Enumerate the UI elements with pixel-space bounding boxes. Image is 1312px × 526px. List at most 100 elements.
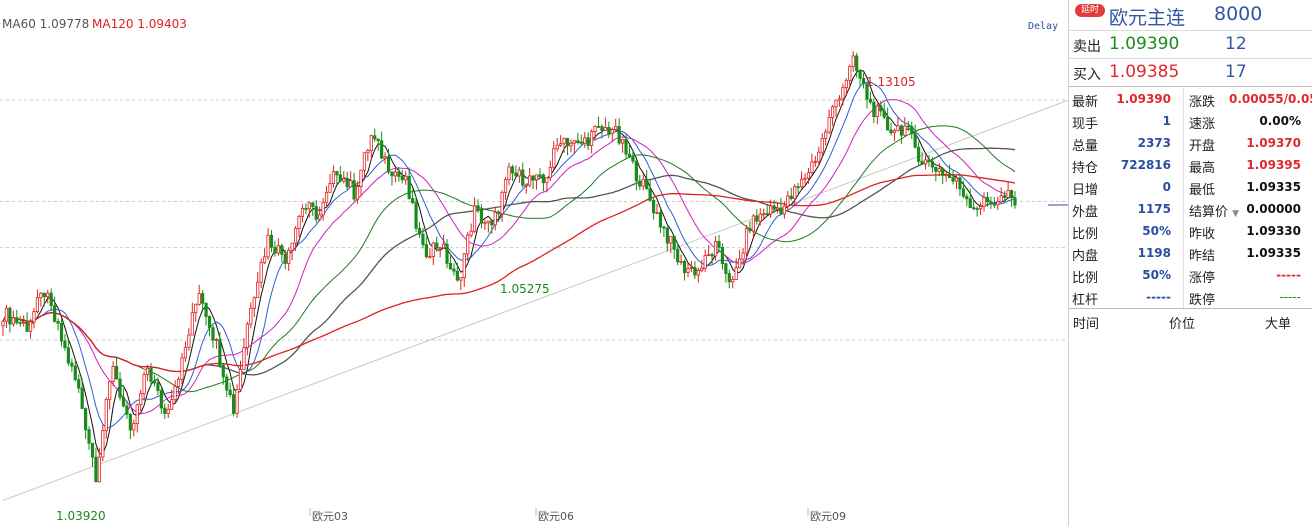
stat-label: 内盘 [1072,249,1099,264]
stat-label: 昨收 [1189,227,1216,242]
candle-body [77,379,81,389]
stat-value: 722816 [1120,158,1171,172]
candle-body [982,196,986,207]
high-annotation: 1.13105 [866,75,916,89]
candle-body [97,456,101,483]
candle-body [280,245,284,255]
candle-body [11,317,15,325]
candle-body [194,303,198,314]
candle-body [607,126,611,135]
candle-body [111,366,115,382]
candle-body [758,213,762,222]
stat-label: 持仓 [1072,161,1099,176]
delay-label: Delay [1028,21,1058,32]
candle-body [510,166,515,174]
candle-body [259,262,263,283]
big-order-header: 大单 [1265,317,1292,332]
stat-row: 杠杆 ----- 跌停 ----- [1069,286,1312,308]
candle-body [627,153,632,158]
candle-body [32,311,36,323]
ma120-legend: MA120 1.09403 [92,17,187,31]
candle-body [232,394,236,414]
stat-value: 1198 [1137,246,1171,260]
candle-body [913,133,917,148]
candle-body [114,366,119,380]
candle-body [992,203,996,206]
candle-body [834,99,838,108]
candle-body [479,208,484,224]
candle-body [390,171,394,177]
candle-body [920,160,924,165]
candle-body [59,322,64,342]
candle-body [94,456,98,483]
candle-body [352,180,356,200]
candle-body [679,260,683,263]
candle-body [703,255,707,269]
candle-body [142,374,146,395]
candle-body [620,139,625,144]
candle-body [917,146,921,162]
candle-body [1013,197,1017,206]
ma20-line [2,99,1016,415]
candle-body [927,159,931,162]
candle-body [830,106,835,118]
sell-row[interactable]: 卖出 1.09390 12 [1069,30,1312,58]
candle-body [293,227,298,244]
reference-lines [0,99,1068,341]
candle-body [775,207,780,210]
candle-body [851,55,855,67]
candle-body [782,205,786,215]
candle-body [245,323,249,348]
stat-value: 50% [1142,268,1171,282]
candle-body [507,166,511,180]
candle-body [655,212,659,215]
candle-body [827,117,831,133]
stat-row: 最新 1.09390 涨跌 0.00055/0.05% [1069,88,1312,110]
candle-body [424,244,428,258]
stat-label: 最新 [1072,95,1099,110]
candle-body [531,175,535,181]
candle-body [1003,195,1007,198]
candle-body [603,126,607,131]
candle-body [407,175,411,199]
candle-body [744,228,749,254]
candle-body [665,227,669,244]
candle-body [84,408,88,431]
candle-body [658,212,663,228]
candle-body [738,258,742,269]
candle-body [651,199,656,214]
stat-label: 跌停 [1189,293,1216,308]
stat-label: 最高 [1189,161,1216,176]
candle-body [586,137,590,146]
candle-body [331,171,336,184]
candle-body [545,177,549,184]
candle-body [441,243,446,249]
candle-body [25,321,29,332]
candle-body [400,175,404,181]
x-tick-label: 欧元06 [538,510,574,523]
candle-body [221,364,225,378]
candle-body [972,207,976,210]
candlestick-chart[interactable]: MA60 1.09778 MA120 1.09403 Delay 1.13105… [0,0,1068,526]
candle-body [421,233,425,245]
stat-row: 比例 50% 涨停 ----- [1069,264,1312,286]
ma60-legend: MA60 1.09778 [2,17,89,31]
candle-body [455,270,459,281]
candle-body [4,307,9,322]
candle-body [53,305,57,322]
candle-body [724,263,728,274]
buy-row[interactable]: 买入 1.09385 17 [1069,58,1312,86]
stat-value: 0 [1162,180,1171,194]
stat-label: 涨跌 [1189,95,1216,110]
stat-row: 外盘 1175 结算价 ▼ 0.00000 [1069,198,1312,220]
candle-body [813,161,817,163]
candle-body [731,279,735,283]
candle-body [49,292,53,307]
candle-body [472,205,477,232]
candle-body [204,302,208,317]
candle-body [796,186,800,189]
candle-body [923,159,928,165]
candle-body [572,140,577,144]
candle-body [614,126,618,130]
candle-body [238,369,243,391]
